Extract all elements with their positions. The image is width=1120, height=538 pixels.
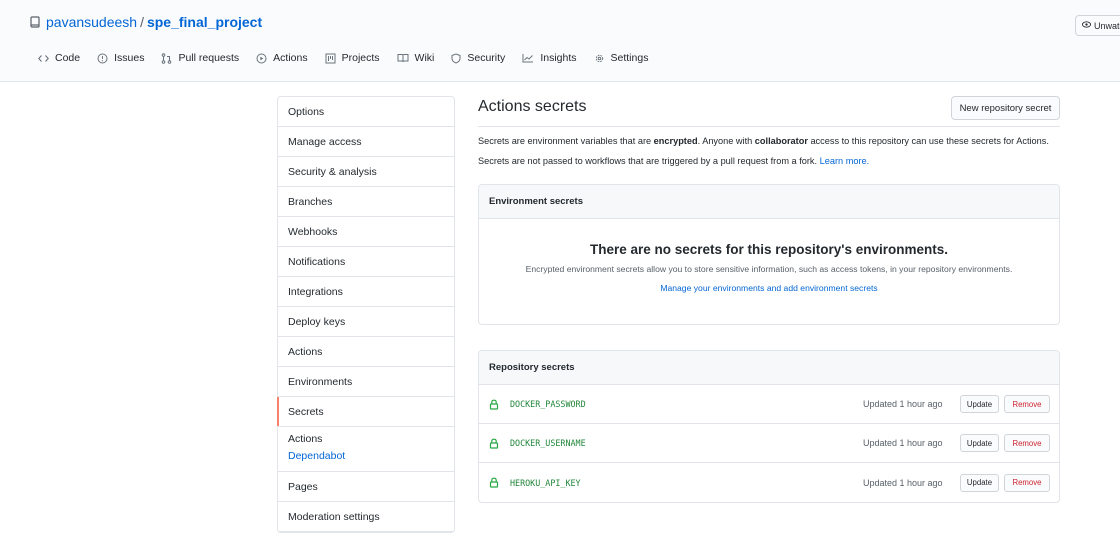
- shield-icon: [451, 52, 461, 64]
- repo-nav-tabs: Code Issues Pull requests Actions Projec…: [38, 52, 648, 64]
- sidebar-item-options[interactable]: Options: [278, 97, 454, 127]
- settings-sidebar: Options Manage access Security & analysi…: [277, 96, 455, 533]
- tab-projects[interactable]: Projects: [325, 52, 380, 64]
- secret-name: DOCKER_PASSWORD: [510, 399, 586, 409]
- secret-updated-time: Updated 1 hour ago: [863, 399, 943, 409]
- repository-secrets-header: Repository secrets: [479, 351, 1059, 385]
- pull-request-icon: [161, 52, 172, 64]
- sidebar-item-deploy-keys[interactable]: Deploy keys: [278, 307, 454, 337]
- secret-updated-time: Updated 1 hour ago: [863, 477, 943, 488]
- secret-row: HEROKU_API_KEY Updated 1 hour ago Update…: [479, 463, 1059, 502]
- desc-text-c: . Anyone with: [697, 136, 755, 146]
- repo-owner-link[interactable]: pavansudeesh: [46, 14, 137, 30]
- sidebar-item-actions[interactable]: Actions: [278, 337, 454, 367]
- remove-secret-button[interactable]: Remove: [1004, 473, 1050, 492]
- play-icon: [256, 53, 267, 64]
- repo-icon: [29, 15, 41, 29]
- sidebar-item-secrets[interactable]: Secrets: [277, 397, 454, 427]
- environment-secrets-box: Environment secrets There are no secrets…: [478, 184, 1060, 325]
- gear-icon: [594, 53, 605, 64]
- lock-icon: [489, 438, 499, 449]
- tab-pull-requests-label: Pull requests: [178, 52, 240, 64]
- sidebar-item-manage-access[interactable]: Manage access: [278, 127, 454, 157]
- tab-issues-label: Issues: [114, 52, 145, 64]
- sidebar-item-integrations[interactable]: Integrations: [278, 277, 454, 307]
- new-repository-secret-button[interactable]: New repository secret: [951, 96, 1060, 120]
- manage-environments-link[interactable]: Manage your environments and add environ…: [479, 283, 1059, 293]
- update-secret-button[interactable]: Update: [960, 395, 999, 413]
- tab-settings[interactable]: Settings: [594, 52, 649, 64]
- sidebar-subitem-actions[interactable]: Actions: [288, 433, 444, 445]
- sidebar-item-environments[interactable]: Environments: [278, 367, 454, 397]
- lock-icon: [489, 477, 499, 488]
- tab-pull-requests[interactable]: Pull requests: [161, 52, 239, 64]
- secret-name: HEROKU_API_KEY: [510, 477, 581, 488]
- desc-encrypted: encrypted: [653, 136, 698, 146]
- eye-icon: [1082, 20, 1091, 31]
- repository-secrets-box: Repository secrets DOCKER_PASSWORD Updat…: [478, 350, 1060, 503]
- code-icon: [38, 54, 49, 63]
- tab-settings-label: Settings: [610, 52, 649, 64]
- tab-insights[interactable]: Insights: [522, 52, 577, 64]
- environment-secrets-blankslate: There are no secrets for this repository…: [479, 242, 1059, 293]
- title-divider: [478, 126, 1060, 127]
- issue-icon: [97, 53, 108, 64]
- tab-actions-label: Actions: [273, 52, 308, 64]
- sidebar-item-webhooks[interactable]: Webhooks: [278, 217, 454, 247]
- secret-name: DOCKER_USERNAME: [510, 438, 586, 448]
- tab-code[interactable]: Code: [38, 52, 80, 64]
- lock-icon: [489, 399, 499, 410]
- sidebar-item-branches[interactable]: Branches: [278, 187, 454, 217]
- tab-security[interactable]: Security: [451, 52, 505, 64]
- unwatch-button[interactable]: Unwatch: [1075, 15, 1120, 36]
- fork-note-text: Secrets are not passed to workflows that…: [478, 156, 820, 166]
- secret-updated-time: Updated 1 hour ago: [863, 438, 943, 448]
- secret-row: DOCKER_USERNAME Updated 1 hour ago Updat…: [479, 424, 1059, 463]
- secrets-description: Secrets are environment variables that a…: [478, 136, 1049, 146]
- tab-code-label: Code: [55, 52, 81, 64]
- blankslate-title: There are no secrets for this repository…: [589, 242, 949, 257]
- tab-issues[interactable]: Issues: [97, 52, 144, 64]
- blankslate-description: Encrypted environment secrets allow you …: [525, 264, 1013, 274]
- repo-name-link[interactable]: spe_final_project: [147, 14, 262, 30]
- sidebar-item-security-analysis[interactable]: Security & analysis: [278, 157, 454, 187]
- sidebar-item-notifications[interactable]: Notifications: [278, 247, 454, 277]
- page-title: Actions secrets: [478, 98, 587, 115]
- repo-separator: /: [140, 14, 144, 30]
- secret-row: DOCKER_PASSWORD Updated 1 hour ago Updat…: [479, 385, 1059, 424]
- tab-security-label: Security: [467, 52, 506, 64]
- remove-secret-button[interactable]: Remove: [1004, 434, 1050, 452]
- project-icon: [325, 53, 336, 64]
- repo-header: pavansudeesh / spe_final_project Unwatch…: [0, 0, 1120, 82]
- tab-wiki-label: Wiki: [414, 52, 435, 64]
- sidebar-item-pages[interactable]: Pages: [278, 472, 454, 502]
- repo-title: pavansudeesh / spe_final_project: [29, 14, 262, 30]
- desc-collaborator: collaborator: [754, 136, 808, 146]
- environment-secrets-header: Environment secrets: [479, 185, 1059, 219]
- fork-note: Secrets are not passed to workflows that…: [478, 156, 869, 166]
- unwatch-label: Unwatch: [1094, 20, 1120, 31]
- sidebar-item-moderation-settings[interactable]: Moderation settings: [278, 502, 454, 532]
- sidebar-secrets-subgroup: Actions Dependabot: [278, 427, 454, 472]
- sidebar-subitem-dependabot[interactable]: Dependabot: [288, 450, 444, 462]
- update-secret-button[interactable]: Update: [960, 473, 999, 492]
- book-icon: [397, 53, 409, 63]
- tab-actions[interactable]: Actions: [256, 52, 308, 64]
- graph-icon: [522, 53, 534, 63]
- tab-wiki[interactable]: Wiki: [397, 52, 435, 64]
- remove-secret-button[interactable]: Remove: [1004, 395, 1050, 413]
- update-secret-button[interactable]: Update: [960, 434, 999, 452]
- desc-text-e: access to this repository can use these …: [807, 136, 1049, 146]
- tab-insights-label: Insights: [540, 52, 577, 64]
- tab-projects-label: Projects: [341, 52, 380, 64]
- learn-more-link[interactable]: Learn more.: [820, 156, 870, 166]
- desc-text-a: Secrets are environment variables that a…: [478, 136, 654, 146]
